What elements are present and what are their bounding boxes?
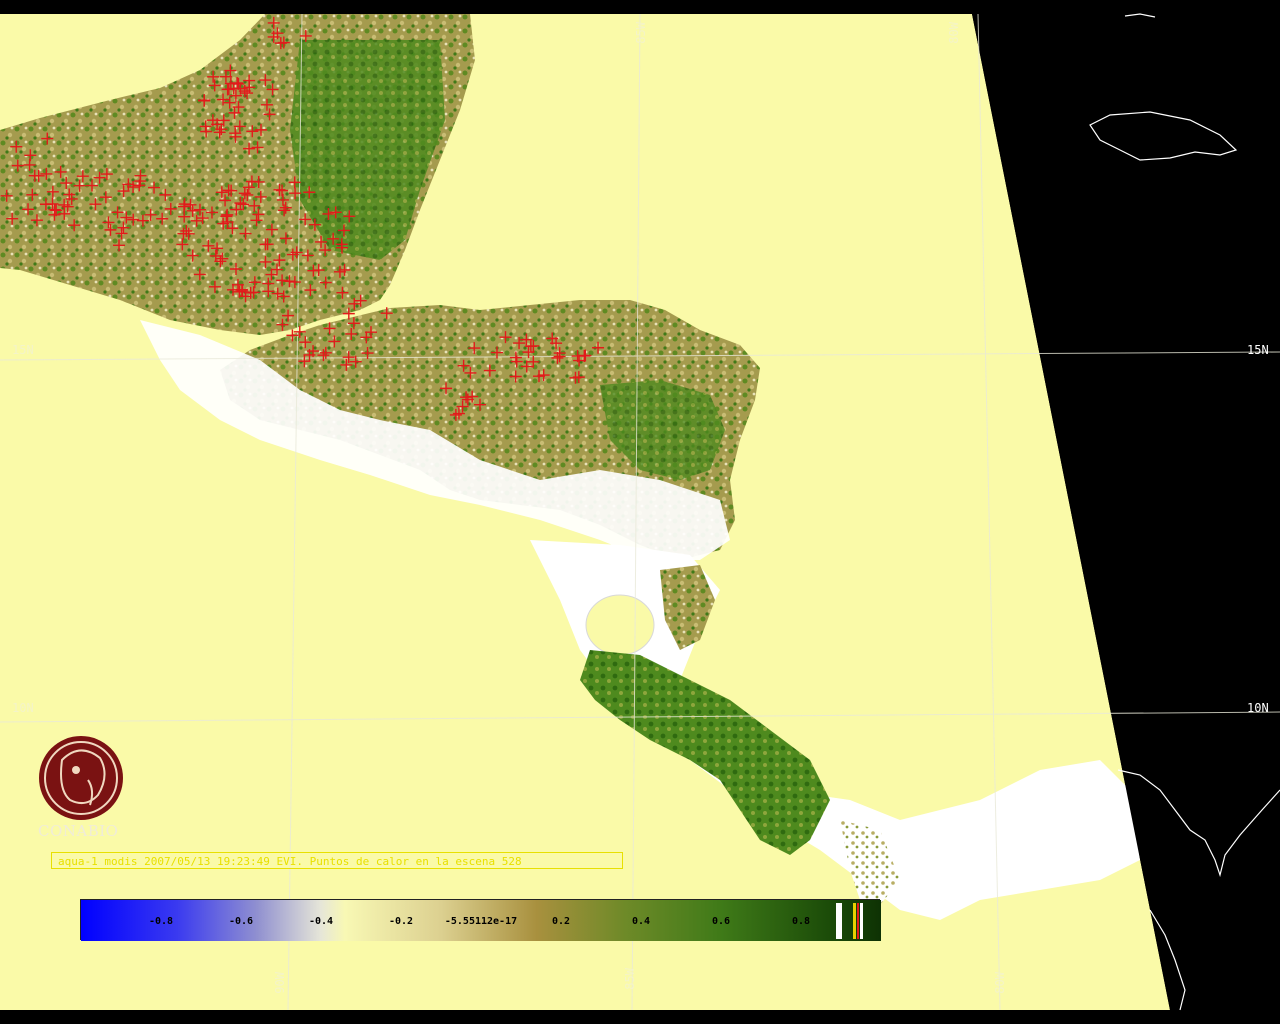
colorbar-tick-label: -0.8	[149, 916, 173, 927]
colorbar-tick-label: -0.6	[229, 916, 253, 927]
colorbar-svg: -0.8 -0.6 -0.4 -0.2 -5.55112e-17 0.2 0.4 0.6 0.8	[81, 900, 881, 941]
colorbar-tick-label: 0.4	[632, 916, 650, 927]
lon-90-label-bottom: 90W	[273, 971, 287, 993]
lat-15-label-left: 15N	[12, 343, 34, 357]
colorbar-tick-label: -0.4	[309, 916, 333, 927]
conabio-logo	[39, 736, 123, 820]
lake-nicaragua	[585, 594, 655, 656]
evi-colorbar: -0.8 -0.6 -0.4 -0.2 -5.55112e-17 0.2 0.4 0.6 0.8	[80, 899, 881, 941]
colorbar-tick-label: -0.2	[389, 916, 413, 927]
conabio-logo-text: CONABIO	[38, 822, 119, 840]
lat-10-label-right: 10N	[1247, 701, 1269, 715]
lat-10-label-left: 10N	[12, 701, 34, 715]
lon-80-label-top: 80W	[947, 21, 961, 43]
map-canvas: 15N 15N 10N 10N 85W 80W 90W 85W 80W	[0, 13, 1280, 1011]
lon-85-label-bottom: 85W	[623, 967, 637, 989]
colorbar-tick-label: 0.2	[552, 916, 570, 927]
colorbar-tick-label: -5.55112e-17	[445, 916, 517, 927]
lon-85-label-top: 85W	[634, 21, 648, 43]
lon-80-label-bottom: 80W	[993, 971, 1007, 993]
colorbar-tick-label: 0.8	[792, 916, 810, 927]
colorbar-tick-label: 0.6	[712, 916, 730, 927]
scene-caption: aqua-1 modis 2007/05/13 19:23:49 EVI. Pu…	[51, 852, 623, 869]
lat-15-label-right: 15N	[1247, 343, 1269, 357]
satellite-map-view: 15N 15N 10N 10N 85W 80W 90W 85W 80W CONA…	[0, 0, 1280, 1024]
